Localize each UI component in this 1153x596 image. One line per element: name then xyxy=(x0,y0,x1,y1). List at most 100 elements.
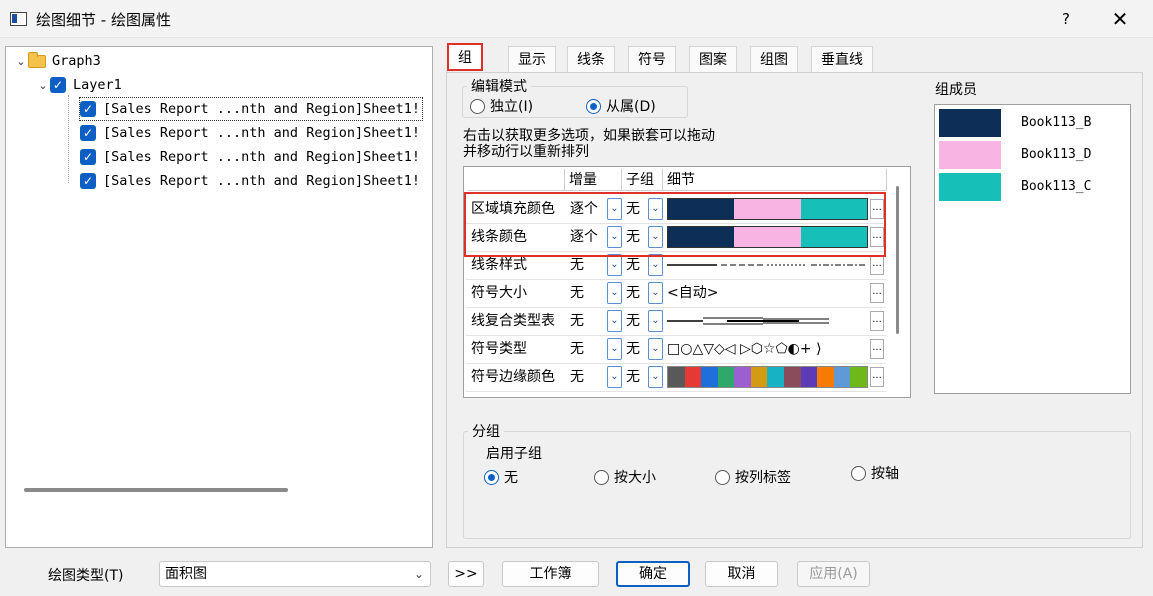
radio-subgroup-by-size[interactable]: 按大小 xyxy=(594,467,656,487)
checkbox-icon[interactable]: ✓ xyxy=(80,101,96,117)
title-bar xyxy=(0,0,1153,38)
tab-line[interactable]: 线条 xyxy=(567,46,615,72)
checkbox-icon[interactable]: ✓ xyxy=(80,173,96,189)
chevron-down-icon[interactable]: ⌄ xyxy=(607,366,622,388)
member-color-swatch xyxy=(939,109,1001,137)
grid-row-increment: 无 xyxy=(570,313,584,329)
grid-row-detail[interactable]: <自动> xyxy=(667,279,867,307)
ellipsis-button[interactable]: ... xyxy=(870,339,884,359)
member-label[interactable]: Book113_B xyxy=(1021,115,1091,130)
radio-subgroup-by-column-label[interactable]: 按列标签 xyxy=(715,467,791,487)
tree-node-label: [Sales Report ...nth and Region]Sheet1! xyxy=(103,149,420,165)
color-palette-swatch[interactable] xyxy=(667,366,868,388)
tree-connector xyxy=(68,95,69,183)
chevron-down-icon[interactable]: ⌄ xyxy=(14,55,28,68)
members-list[interactable]: Book113_B Book113_D Book113_C xyxy=(934,104,1131,394)
checkbox-icon[interactable]: ✓ xyxy=(50,77,66,93)
color-swatch xyxy=(734,367,751,387)
grid-row-name: 符号类型 xyxy=(471,341,527,357)
radio-icon[interactable] xyxy=(851,465,866,481)
ellipsis-button[interactable]: ... xyxy=(870,255,884,275)
member-label[interactable]: Book113_D xyxy=(1021,147,1091,162)
ellipsis-button[interactable]: ... xyxy=(870,367,884,387)
tree-node-plot[interactable]: ✓ [Sales Report ...nth and Region]Sheet1… xyxy=(80,146,420,168)
chevron-down-icon[interactable]: ⌄ xyxy=(607,338,622,360)
app-icon xyxy=(10,12,27,26)
member-label[interactable]: Book113_C xyxy=(1021,179,1091,194)
radio-icon[interactable] xyxy=(586,98,601,114)
color-swatch xyxy=(833,367,851,387)
tab-drop-lines[interactable]: 垂直线 xyxy=(811,46,873,72)
chevron-down-icon[interactable]: ⌄ xyxy=(607,282,622,304)
member-color-swatch xyxy=(939,141,1001,169)
tree-node-plot[interactable]: ✓ [Sales Report ...nth and Region]Sheet1… xyxy=(79,97,423,121)
help-button[interactable]: ? xyxy=(1053,6,1079,32)
tab-stack[interactable]: 组图 xyxy=(750,46,798,72)
tree-node-label: Graph3 xyxy=(52,53,101,69)
chevron-down-icon[interactable]: ⌄ xyxy=(648,366,663,388)
checkbox-icon[interactable]: ✓ xyxy=(80,125,96,141)
tab-symbol[interactable]: 符号 xyxy=(628,46,676,72)
radio-label: 按列标签 xyxy=(735,470,791,486)
tree-node-plot[interactable]: ✓ [Sales Report ...nth and Region]Sheet1… xyxy=(80,122,420,144)
grid-header-increment: 增量 xyxy=(565,169,622,191)
tree-node-plot[interactable]: ✓ [Sales Report ...nth and Region]Sheet1… xyxy=(80,170,420,192)
chevron-down-icon[interactable]: ⌄ xyxy=(648,282,663,304)
chevron-down-icon[interactable]: ⌄ xyxy=(648,310,663,332)
ellipsis-button[interactable]: ... xyxy=(870,311,884,331)
ok-button[interactable]: 确定 xyxy=(616,561,690,587)
radio-subgroup-none[interactable]: 无 xyxy=(484,467,518,487)
radio-dependent[interactable]: 从属(D) xyxy=(586,96,656,116)
chevron-down-icon: ⌄ xyxy=(413,567,424,581)
chevron-down-icon[interactable]: ⌄ xyxy=(607,310,622,332)
tree-node-graph[interactable]: ⌄ Graph3 xyxy=(14,50,101,72)
grid-header-corner xyxy=(468,169,565,191)
ellipsis-button[interactable]: ... xyxy=(870,283,884,303)
chevron-down-icon[interactable]: ⌄ xyxy=(648,254,663,276)
color-swatch xyxy=(784,367,801,387)
radio-icon[interactable] xyxy=(594,469,609,485)
color-swatch xyxy=(750,367,768,387)
tree-horizontal-scrollbar[interactable] xyxy=(24,488,288,492)
radio-subgroup-by-axis[interactable]: 按轴 xyxy=(851,463,899,483)
workbook-button[interactable]: 工作簿 xyxy=(502,561,599,587)
chevron-down-icon[interactable]: ⌄ xyxy=(648,338,663,360)
tab-pattern[interactable]: 图案 xyxy=(689,46,737,72)
edit-mode-legend: 编辑模式 xyxy=(471,79,527,95)
plot-type-select[interactable]: 面积图 ⌄ xyxy=(159,561,431,587)
chevron-down-icon[interactable]: ⌄ xyxy=(607,254,622,276)
grouping-group: 分组 xyxy=(463,421,1131,539)
grid-vertical-scrollbar[interactable] xyxy=(896,186,899,334)
hint-line-2: 并移动行以重新排列 xyxy=(463,144,589,160)
tab-display[interactable]: 显示 xyxy=(508,46,556,72)
radio-icon[interactable] xyxy=(715,469,730,485)
radio-icon[interactable] xyxy=(484,469,499,485)
expand-button[interactable]: >> xyxy=(448,561,484,587)
radio-label: 从属(D) xyxy=(606,99,656,115)
tab-group[interactable]: 组 xyxy=(447,43,483,71)
plot-tree[interactable]: ⌄ Graph3 ⌄ ✓ Layer1 ✓ [Sales Report ...n… xyxy=(5,46,433,548)
tree-node-layer[interactable]: ⌄ ✓ Layer1 xyxy=(36,74,122,96)
grid-row-increment: 无 xyxy=(570,341,584,357)
grid-row-increment: 无 xyxy=(570,285,584,301)
members-label: 组成员 xyxy=(935,82,977,98)
grid-row-increment: 无 xyxy=(570,369,584,385)
checkbox-icon[interactable]: ✓ xyxy=(80,149,96,165)
apply-button[interactable]: 应用(A) xyxy=(797,561,870,587)
close-button[interactable]: ✕ xyxy=(1105,6,1135,32)
plot-type-label: 绘图类型(T) xyxy=(48,568,124,584)
window-title: 绘图细节 - 绘图属性 xyxy=(36,11,171,29)
compound-line-preview[interactable] xyxy=(667,307,867,335)
radio-independent[interactable]: 独立(I) xyxy=(470,96,533,116)
radio-label: 无 xyxy=(504,470,518,486)
radio-icon[interactable] xyxy=(470,98,485,114)
grid-row-name: 线复合类型表 xyxy=(471,313,555,329)
enable-subgroup-label: 启用子组 xyxy=(486,446,542,462)
color-swatch xyxy=(800,367,818,387)
radio-label: 独立(I) xyxy=(490,99,534,115)
folder-icon xyxy=(28,51,46,68)
cancel-button[interactable]: 取消 xyxy=(705,561,778,587)
tree-node-label: [Sales Report ...nth and Region]Sheet1! xyxy=(103,125,420,141)
grid-row-detail[interactable]: □○△▽◇◁ ▷⬡☆⬠◐+ ⟩ xyxy=(667,335,867,363)
chevron-down-icon[interactable]: ⌄ xyxy=(36,79,50,92)
